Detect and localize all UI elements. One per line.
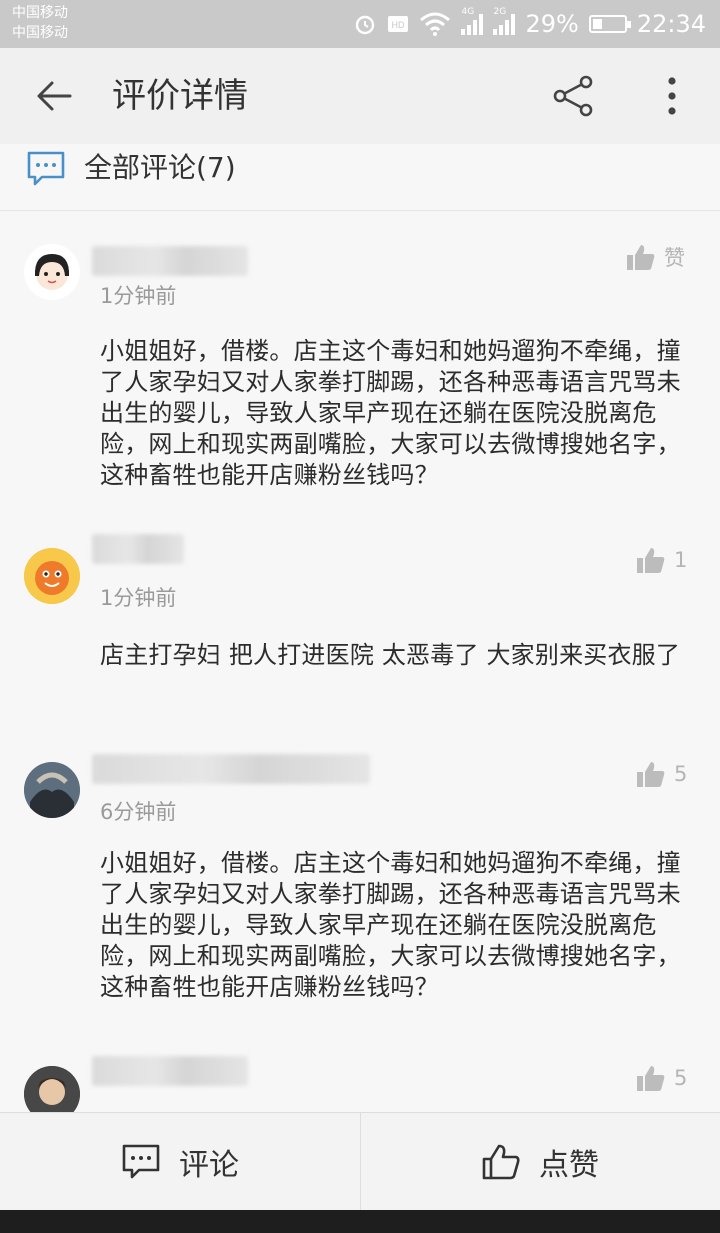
carrier-2: 中国移动	[12, 25, 68, 41]
carrier-1: 中国移动	[12, 5, 68, 21]
arrow-left-icon[interactable]	[34, 78, 74, 114]
like-button[interactable]: 5	[636, 1064, 687, 1092]
status-bar: 中国移动 中国移动 HD 4G 2G 29% 22:34	[0, 0, 720, 48]
comment-time: 1分钟前	[100, 586, 177, 610]
username-blurred	[92, 246, 248, 276]
comment-button[interactable]: 评论	[0, 1113, 360, 1211]
like-count: 5	[674, 762, 688, 786]
like-button[interactable]: 1	[636, 546, 687, 574]
thumbs-up-icon	[482, 1144, 520, 1180]
comment-text: 小姐姐好，借楼。店主这个毒妇和她妈遛狗不牵绳，撞了人家孕妇又对人家拳打脚踢，还各…	[100, 337, 681, 489]
username-blurred	[92, 1056, 248, 1086]
battery-percent: 29%	[525, 10, 579, 38]
page-title: 评价详情	[112, 76, 248, 116]
thumbs-up-icon	[637, 1066, 665, 1091]
all-comments-label: 全部评论(7)	[84, 151, 236, 184]
title-bar: 评价详情	[0, 48, 720, 144]
hd-icon: HD	[388, 16, 409, 32]
system-nav-bar	[0, 1210, 720, 1233]
avatar[interactable]	[24, 762, 80, 818]
thumbs-up-icon	[637, 548, 665, 573]
comment-button-label: 评论	[179, 1148, 239, 1183]
comments-header: 全部评论(7)	[0, 144, 720, 211]
more-vertical-icon[interactable]	[660, 74, 684, 118]
girl-avatar-icon	[34, 254, 70, 290]
avatar[interactable]	[24, 548, 80, 604]
comment-time: 6分钟前	[100, 800, 177, 824]
thumbs-up-icon	[627, 245, 655, 270]
carrier-labels: 中国移动 中国移动	[12, 3, 68, 43]
like-action-label: 点赞	[539, 1148, 599, 1183]
username-blurred	[92, 754, 370, 784]
thumbs-up-icon	[637, 762, 665, 787]
clock: 22:34	[636, 10, 706, 38]
like-action-button[interactable]: 点赞	[360, 1113, 720, 1211]
alarm-icon	[356, 15, 375, 35]
status-indicators: HD 4G 2G 29% 22:34	[353, 7, 706, 39]
comment-text: 小姐姐好，借楼。店主这个毒妇和她妈遛狗不牵绳，撞了人家孕妇又对人家拳打脚踢，还各…	[100, 849, 681, 1001]
cartoon-avatar-icon	[24, 548, 80, 604]
like-count: 赞	[664, 246, 685, 270]
photo-avatar-icon	[24, 762, 80, 818]
avatar[interactable]	[24, 244, 80, 300]
svg-text:HD: HD	[392, 20, 405, 30]
comment-icon	[27, 151, 65, 186]
comment-time: 1分钟前	[100, 284, 177, 308]
signal-4g: 4G	[461, 7, 484, 35]
comment-text: 店主打孕妇 把人打进医院 太恶毒了 大家别来买衣服了	[100, 641, 681, 669]
like-count: 1	[674, 548, 688, 572]
comment-icon	[122, 1144, 160, 1179]
like-count: 5	[674, 1066, 688, 1090]
signal-2g: 2G	[493, 7, 516, 35]
share-icon[interactable]	[552, 74, 596, 118]
like-button[interactable]: 赞	[626, 242, 685, 272]
wifi-icon	[420, 12, 451, 36]
username-blurred	[92, 534, 184, 564]
battery-icon	[588, 15, 631, 33]
bottom-action-bar: 评论 点赞	[0, 1112, 720, 1211]
like-button[interactable]: 5	[636, 760, 687, 788]
